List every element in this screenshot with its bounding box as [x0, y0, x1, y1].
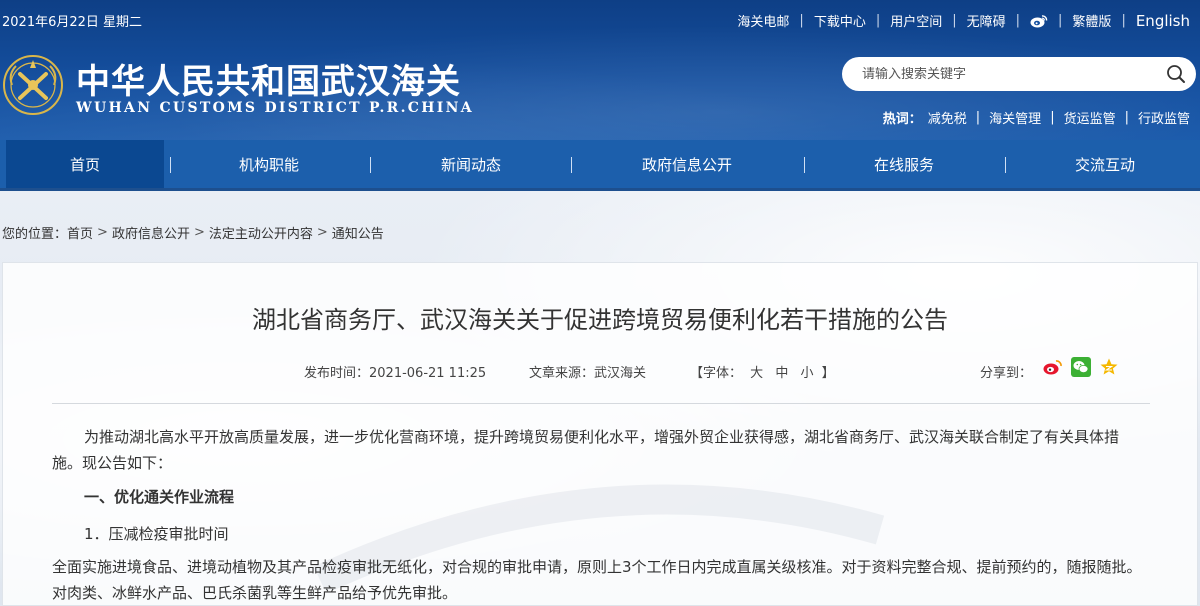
- search-box: [842, 57, 1196, 91]
- section-heading: 一、优化通关作业流程: [84, 488, 235, 506]
- link-english[interactable]: English: [1136, 12, 1190, 30]
- site-subtitle: WUHAN CUSTOMS DISTRICT P.R.CHINA: [76, 100, 474, 116]
- font-size-large[interactable]: 大: [750, 366, 763, 381]
- nav-separator: [1005, 157, 1006, 173]
- nav-item-gov-info[interactable]: 政府信息公开: [590, 140, 784, 188]
- top-links: 海关电邮 | 下载中心 | 用户空间 | 无障碍 | | 繁體版 | Engli…: [737, 11, 1190, 31]
- breadcrumb-arrow: >: [97, 225, 108, 240]
- nav-separator: [370, 157, 371, 173]
- subsection-heading: 1．压减检疫审批时间: [84, 525, 229, 543]
- font-size-label: 【字体：: [690, 366, 743, 381]
- link-customs-email[interactable]: 海关电邮: [737, 11, 789, 30]
- breadcrumb-gov-info[interactable]: 政府信息公开: [112, 223, 190, 242]
- article-paragraph: 全面实施进境食品、进境动植物及其产品检疫审批无纸化，对合规的审批申请，原则上3个…: [52, 558, 1142, 602]
- nav-item-online-services[interactable]: 在线服务: [822, 140, 986, 188]
- article-source: 文章来源：武汉海关: [529, 366, 647, 381]
- share-weibo-icon[interactable]: [1043, 357, 1063, 377]
- hot-word-separator: |: [975, 110, 981, 125]
- hot-words: 热词： 减免税 | 海关管理 | 货运监管 | 行政监管: [883, 108, 1190, 127]
- current-date: 2021年6月22日 星期二: [2, 15, 143, 30]
- hot-word-separator: |: [1124, 110, 1129, 125]
- hot-words-label: 热词：: [882, 112, 922, 127]
- top-link-separator: |: [875, 13, 881, 28]
- customs-emblem-icon[interactable]: [2, 54, 64, 116]
- font-size-close: 】: [821, 366, 835, 381]
- share-label: 分享到：: [980, 366, 1033, 381]
- nav-separator: [571, 157, 572, 173]
- link-download-center[interactable]: 下载中心: [814, 11, 866, 30]
- hot-word-link[interactable]: 行政监管: [1138, 108, 1190, 127]
- breadcrumb: 您的位置： 首页 > 政府信息公开 > 法定主动公开内容 > 通知公告: [2, 223, 384, 242]
- breadcrumb-arrow: >: [193, 225, 205, 240]
- nav-separator: [170, 157, 171, 173]
- article-intro: 为推动湖北高水平开放高质量发展，进一步优化营商环境，提升跨境贸易便利化水平，增强…: [52, 428, 1120, 472]
- top-link-separator: |: [1121, 13, 1126, 28]
- site-header: 2021年6月22日 星期二 海关电邮 | 下载中心 | 用户空间 | 无障碍 …: [0, 0, 1200, 140]
- nav-item-functions[interactable]: 机构职能: [186, 140, 352, 188]
- top-link-separator: |: [799, 13, 804, 28]
- breadcrumb-home[interactable]: 首页: [67, 223, 93, 242]
- nav-item-interaction[interactable]: 交流互动: [1022, 140, 1188, 188]
- link-user-space[interactable]: 用户空间: [890, 11, 942, 30]
- font-size-small[interactable]: 小: [800, 366, 813, 381]
- article-title: 湖北省商务厅、武汉海关关于促进跨境贸易便利化若干措施的公告: [252, 306, 948, 334]
- top-link-separator: |: [1015, 13, 1021, 28]
- hot-word-link[interactable]: 货运监管: [1064, 108, 1116, 127]
- weibo-icon[interactable]: [1030, 14, 1048, 28]
- link-traditional-chinese[interactable]: 繁體版: [1072, 11, 1111, 30]
- link-accessibility[interactable]: 无障碍: [967, 11, 1006, 30]
- breadcrumb-arrow: >: [316, 225, 328, 240]
- main-nav: 首页 机构职能 新闻动态 政府信息公开 在线服务 交流互动: [0, 140, 1200, 191]
- article-publish-time: 发布时间：2021-06-21 11:25: [304, 366, 487, 381]
- site-title: 中华人民共和国武汉海关: [76, 62, 461, 102]
- top-link-separator: |: [952, 13, 957, 28]
- share-qzone-icon[interactable]: [1099, 357, 1119, 377]
- meta-divider: [52, 403, 1150, 404]
- search-input[interactable]: [862, 66, 1160, 82]
- hot-word-link[interactable]: 海关管理: [989, 108, 1041, 127]
- breadcrumb-label: 您的位置：: [2, 227, 68, 242]
- nav-separator: [804, 157, 805, 173]
- share-wechat-icon[interactable]: [1071, 357, 1091, 377]
- breadcrumb-notices[interactable]: 通知公告: [332, 223, 384, 242]
- top-link-separator: |: [1058, 13, 1063, 28]
- font-size-medium[interactable]: 中: [775, 366, 788, 381]
- nav-item-news[interactable]: 新闻动态: [386, 140, 556, 188]
- breadcrumb-public-content[interactable]: 法定主动公开内容: [209, 223, 313, 242]
- font-size-switcher: 【字体： 大 中 小 】: [690, 362, 835, 381]
- hot-word-separator: |: [1050, 110, 1055, 125]
- nav-item-home[interactable]: 首页: [6, 140, 164, 188]
- search-icon[interactable]: [1160, 58, 1192, 90]
- hot-word-link[interactable]: 减免税: [928, 108, 967, 127]
